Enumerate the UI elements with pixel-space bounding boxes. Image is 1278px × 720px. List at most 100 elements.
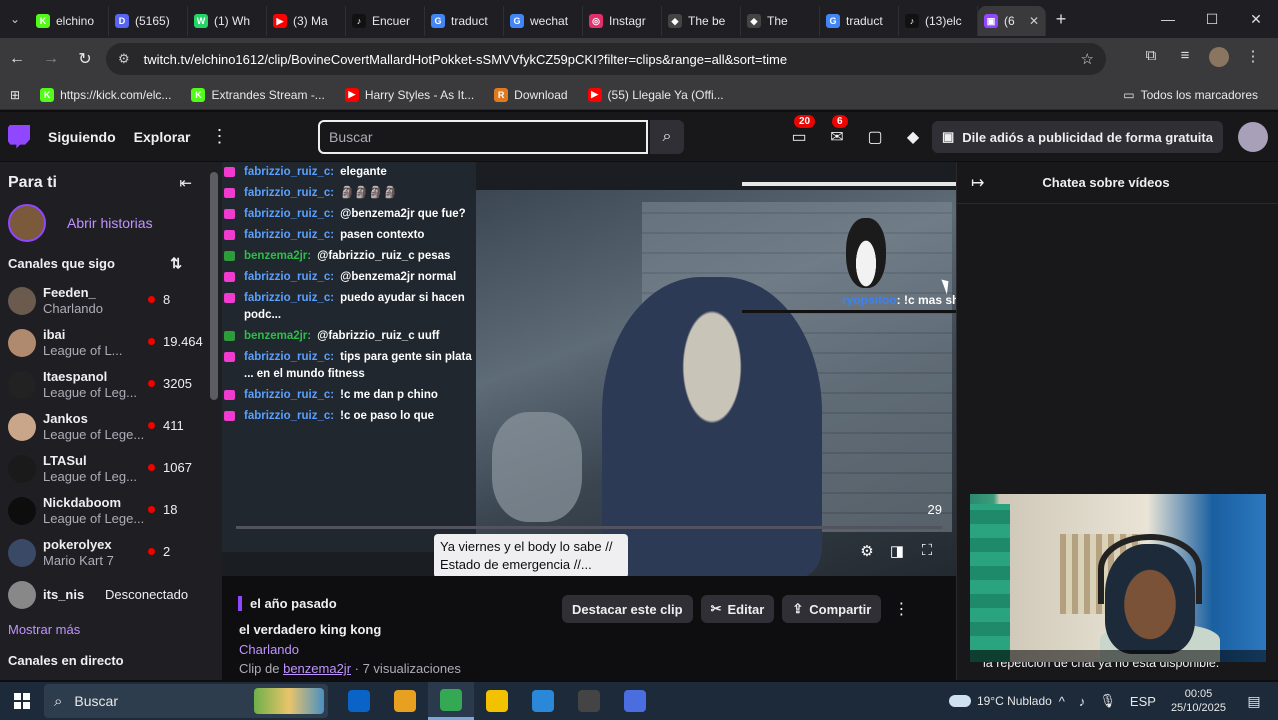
video-progress-bar[interactable]: [236, 526, 942, 529]
tab-active[interactable]: ▣ (6 ✕: [978, 6, 1046, 36]
vpn-taskbar-icon[interactable]: [612, 682, 658, 720]
browser-tab[interactable]: Gtraduct: [820, 6, 899, 36]
language-indicator[interactable]: ESP: [1130, 694, 1156, 709]
taskbar-search-label: Buscar: [74, 693, 118, 709]
new-tab-button[interactable]: +: [1046, 9, 1076, 30]
close-window-icon[interactable]: ✕: [1234, 0, 1278, 38]
bookmark-item[interactable]: ▶ (55) Llegale Ya (Offi...: [578, 87, 734, 102]
fullscreen-icon[interactable]: ⛶: [912, 542, 942, 560]
clipper-link[interactable]: benzema2jr: [283, 661, 351, 676]
reload-icon[interactable]: ↻: [68, 49, 102, 69]
maximize-icon[interactable]: ☐: [1190, 0, 1234, 38]
browser-tab[interactable]: ♪ Encuer: [346, 6, 425, 36]
expand-chat-icon[interactable]: ↦: [971, 173, 984, 193]
back-arrow-icon[interactable]: ←: [0, 50, 34, 68]
bookmark-item[interactable]: Khttps://kick.com/elc...: [30, 87, 181, 102]
twitch-top-nav: Siguiendo Explorar ⋮ Buscar ⌕ ▭ 20 ✉ 6 ▢…: [0, 112, 1278, 162]
store-taskbar-icon[interactable]: [520, 682, 566, 720]
bookmark-item[interactable]: K Extrandes Stream -...: [181, 87, 334, 102]
sidebar-scrollbar[interactable]: [210, 172, 218, 400]
browse-link[interactable]: Explorar: [134, 129, 191, 145]
bookmark-item[interactable]: ▶ Harry Styles - As It...: [335, 87, 484, 102]
overlay-chat-line: fabrizzio_ruiz_c: !c me dan p chino: [224, 387, 472, 404]
obs-taskbar-icon[interactable]: [566, 682, 612, 720]
sidebar-channel[interactable]: pokerolyex Mario Kart 7 2: [0, 532, 222, 574]
clip-date: el año pasado: [238, 596, 337, 611]
microphone-icon[interactable]: 🎙: [1099, 693, 1116, 709]
start-button[interactable]: [0, 693, 44, 709]
browser-tab[interactable]: ◆ The be: [662, 6, 741, 36]
following-link[interactable]: Siguiendo: [48, 129, 116, 145]
browser-tab[interactable]: ◆ The: [741, 6, 820, 36]
clip-category-link[interactable]: Charlando: [239, 642, 299, 657]
sidebar-channel[interactable]: Itaespanol League of Leg... 3205: [0, 364, 222, 406]
browser-tab[interactable]: Gtraduct: [425, 6, 504, 36]
search-input[interactable]: Buscar: [318, 120, 648, 154]
sort-icon[interactable]: ⇅: [170, 255, 182, 272]
games-taskbar-icon[interactable]: [382, 682, 428, 720]
tab-search-chevron-icon[interactable]: ⌄: [0, 0, 30, 38]
forward-arrow-icon[interactable]: →: [34, 50, 68, 68]
bookmark-item[interactable]: R Download: [484, 87, 577, 102]
whispers-button[interactable]: ▢: [856, 127, 894, 147]
overlay-chat-line: fabrizzio_ruiz_c: pasen contexto: [224, 227, 472, 244]
sidebar-channel[interactable]: LTASul League of Leg... 1067: [0, 448, 222, 490]
settings-gear-icon[interactable]: ⚙: [852, 542, 882, 560]
crown-button[interactable]: ◆: [894, 127, 932, 147]
more-options-icon[interactable]: ⋮: [893, 595, 909, 623]
browser-tab[interactable]: Gwechat: [504, 6, 583, 36]
collapse-sidebar-icon[interactable]: ⇤: [179, 174, 192, 192]
outlook-taskbar-icon[interactable]: [336, 682, 382, 720]
ad-free-button[interactable]: ▣ Dile adiós a publicidad de forma gratu…: [932, 121, 1223, 153]
avatar: [8, 455, 36, 483]
more-menu-icon[interactable]: ⋮: [210, 126, 228, 147]
edit-button[interactable]: ✂ Editar: [700, 595, 775, 623]
mod-badge-icon: [224, 251, 235, 261]
volume-icon[interactable]: ♪: [1079, 694, 1086, 709]
extensions-icon[interactable]: ⧉: [1134, 47, 1168, 71]
explorer-taskbar-icon[interactable]: [474, 682, 520, 720]
browser-tab[interactable]: Kelchino: [30, 6, 109, 36]
share-button[interactable]: ⇪ Compartir: [782, 595, 882, 623]
notification-center-icon[interactable]: ▤: [1242, 693, 1266, 710]
chrome-taskbar-icon[interactable]: [428, 682, 474, 720]
theatre-mode-icon[interactable]: ◨: [882, 542, 912, 560]
all-bookmarks-button[interactable]: ▭ Todos los marcadores: [1113, 88, 1268, 102]
media-controls-icon[interactable]: ≡: [1168, 47, 1202, 71]
twitch-logo-icon[interactable]: [8, 124, 30, 149]
browser-tab[interactable]: ♪ (13)elc: [899, 6, 978, 36]
clock[interactable]: 00:05 25/10/2025: [1171, 687, 1226, 715]
sidebar-channel[interactable]: ibai League of L... 19.464: [0, 322, 222, 364]
search-button[interactable]: ⌕: [650, 120, 684, 154]
site-info-icon[interactable]: ⚙: [118, 51, 130, 67]
apps-grid-icon[interactable]: ⊞: [0, 88, 30, 102]
ad-free-label: Dile adiós a publicidad de forma gratuit…: [962, 129, 1213, 145]
open-stories-item[interactable]: Abrir historias: [0, 204, 222, 242]
feature-clip-button[interactable]: Destacar este clip: [562, 595, 693, 623]
bookmark-star-icon[interactable]: ☆: [1081, 50, 1094, 68]
video-player[interactable]: ryopsitoo: !c mas show chino :v fabrizzi…: [222, 162, 956, 576]
browser-tab[interactable]: ▶ (3) Ma: [267, 6, 346, 36]
weather-text[interactable]: 19°C Nublado: [977, 694, 1052, 708]
heart-badge-icon: [224, 352, 235, 362]
tab-favicon-icon: D: [115, 14, 129, 28]
browser-menu-icon[interactable]: ⋮: [1236, 47, 1270, 71]
profile-avatar[interactable]: [1202, 47, 1236, 71]
user-avatar[interactable]: [1238, 122, 1268, 152]
minimize-icon[interactable]: —: [1146, 0, 1190, 38]
show-more-link[interactable]: Mostrar más: [0, 616, 222, 643]
taskbar-search[interactable]: ⌕ Buscar: [44, 684, 328, 718]
tray-chevron-icon[interactable]: ^: [1059, 694, 1065, 709]
sidebar-channel[interactable]: Nickdaboom League of Lege... 18: [0, 490, 222, 532]
notifications-button[interactable]: ▭ 20: [780, 115, 818, 147]
browser-tab[interactable]: ◎ Instagr: [583, 6, 662, 36]
share-label: Compartir: [809, 601, 872, 617]
sidebar-channel-offline[interactable]: its_nis Desconectado: [0, 574, 222, 616]
inbox-button[interactable]: ✉ 6: [818, 115, 856, 147]
close-tab-icon[interactable]: ✕: [1029, 14, 1039, 28]
url-field[interactable]: ⚙ twitch.tv/elchino1612/clip/BovineCover…: [106, 43, 1106, 75]
browser-tab[interactable]: W (1) Wh: [188, 6, 267, 36]
sidebar-channel[interactable]: Jankos League of Lege... 411: [0, 406, 222, 448]
sidebar-channel[interactable]: Feeden_ Charlando 8: [0, 280, 222, 322]
browser-tab[interactable]: D (5165): [109, 6, 188, 36]
